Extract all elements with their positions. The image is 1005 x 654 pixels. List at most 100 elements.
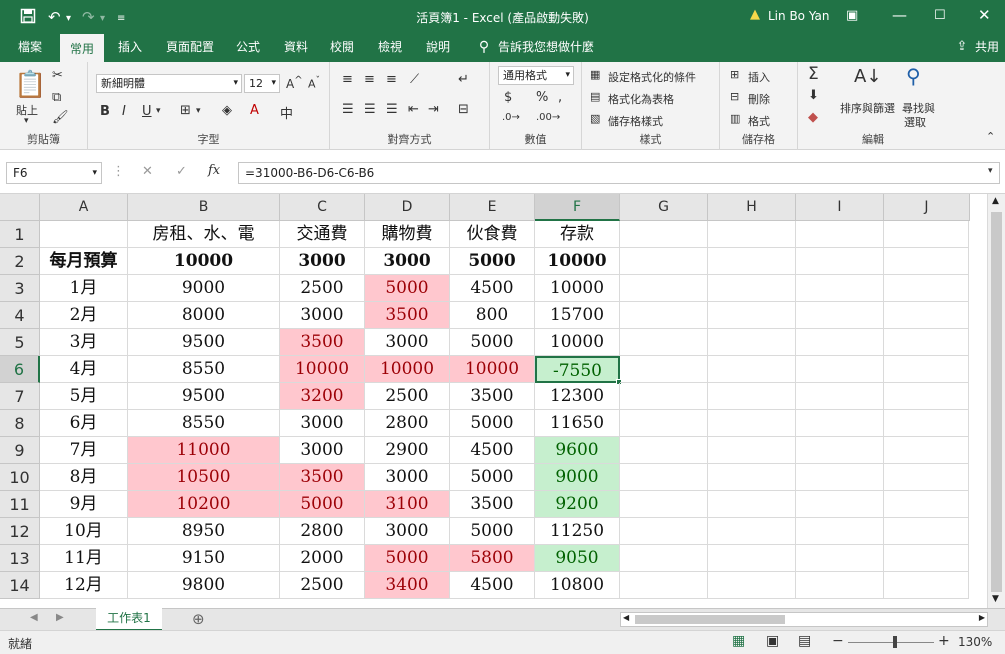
tab-help[interactable]: 說明	[418, 34, 458, 62]
tab-file[interactable]: 檔案	[8, 34, 52, 62]
insert-cells-button[interactable]: 插入	[748, 69, 770, 85]
cell-e7[interactable]: 3500	[450, 383, 535, 410]
cell-b13[interactable]: 9150	[128, 545, 280, 572]
cell-j8[interactable]	[884, 410, 969, 437]
cell-d7[interactable]: 2500	[365, 383, 450, 410]
collapse-ribbon-icon[interactable]: ⌃	[986, 130, 995, 143]
cell-g9[interactable]	[620, 437, 708, 464]
fill-color-icon[interactable]: ◈	[222, 103, 232, 118]
cell-h7[interactable]	[708, 383, 796, 410]
cell-j5[interactable]	[884, 329, 969, 356]
cell-a8[interactable]: 6月	[40, 410, 128, 437]
cell-f10[interactable]: 9000	[535, 464, 620, 491]
zoom-level[interactable]: 130%	[958, 635, 992, 649]
cell-b6[interactable]: 8550	[128, 356, 280, 383]
format-cells-button[interactable]: 格式	[748, 113, 770, 129]
cell-d4[interactable]: 3500	[365, 302, 450, 329]
cell-b11[interactable]: 10200	[128, 491, 280, 518]
cell-i11[interactable]	[796, 491, 884, 518]
tell-me-search[interactable]: 告訴我您想做什麼	[498, 34, 598, 62]
expand-formula-icon[interactable]: ▾	[988, 166, 993, 176]
share-button[interactable]: 共用	[972, 34, 1002, 62]
cell-b7[interactable]: 9500	[128, 383, 280, 410]
cell-f4[interactable]: 15700	[535, 302, 620, 329]
cell-c8[interactable]: 3000	[280, 410, 365, 437]
cell-b5[interactable]: 9500	[128, 329, 280, 356]
number-format-select[interactable]: 通用格式 ▾	[498, 66, 574, 85]
cell-j2[interactable]	[884, 248, 969, 275]
delete-cells-button[interactable]: 刪除	[748, 91, 770, 107]
cell-e11[interactable]: 3500	[450, 491, 535, 518]
cell-d9[interactable]: 2900	[365, 437, 450, 464]
autosum-icon[interactable]: Σ	[808, 64, 819, 84]
cell-f1[interactable]: 存款	[535, 221, 620, 248]
cell-d2[interactable]: 3000	[365, 248, 450, 275]
cell-h12[interactable]	[708, 518, 796, 545]
cell-e8[interactable]: 5000	[450, 410, 535, 437]
cell-g3[interactable]	[620, 275, 708, 302]
bold-icon[interactable]: B	[100, 104, 110, 119]
sort-filter-button[interactable]: 排序與篩選	[840, 100, 895, 116]
align-middle-icon[interactable]: ≡	[364, 72, 375, 87]
column-header-f[interactable]: F	[535, 194, 620, 221]
tab-home[interactable]: 常用	[60, 34, 104, 62]
cell-d13[interactable]: 5000	[365, 545, 450, 572]
cell-j6[interactable]	[884, 356, 969, 383]
cell-b3[interactable]: 9000	[128, 275, 280, 302]
cell-a4[interactable]: 2月	[40, 302, 128, 329]
select-all-corner[interactable]	[0, 194, 40, 221]
maximize-icon[interactable]: ☐	[934, 8, 946, 23]
cell-c7[interactable]: 3200	[280, 383, 365, 410]
cell-i3[interactable]	[796, 275, 884, 302]
column-header-b[interactable]: B	[128, 194, 280, 221]
cell-g11[interactable]	[620, 491, 708, 518]
zoom-slider-thumb[interactable]	[893, 636, 897, 648]
cell-d3[interactable]: 5000	[365, 275, 450, 302]
row-header-5[interactable]: 5	[0, 329, 40, 356]
column-header-i[interactable]: I	[796, 194, 884, 221]
cell-c12[interactable]: 2800	[280, 518, 365, 545]
cell-b8[interactable]: 8550	[128, 410, 280, 437]
comma-icon[interactable]: ,	[558, 90, 562, 105]
cell-e2[interactable]: 5000	[450, 248, 535, 275]
cut-icon[interactable]: ✂	[52, 68, 63, 83]
cell-d12[interactable]: 3000	[365, 518, 450, 545]
cell-e14[interactable]: 4500	[450, 572, 535, 599]
cell-b4[interactable]: 8000	[128, 302, 280, 329]
column-header-j[interactable]: J	[884, 194, 970, 221]
cell-h4[interactable]	[708, 302, 796, 329]
cell-a3[interactable]: 1月	[40, 275, 128, 302]
cell-b9[interactable]: 11000	[128, 437, 280, 464]
cell-f2[interactable]: 10000	[535, 248, 620, 275]
cell-g4[interactable]	[620, 302, 708, 329]
cell-h8[interactable]	[708, 410, 796, 437]
cell-a12[interactable]: 10月	[40, 518, 128, 545]
cell-d8[interactable]: 2800	[365, 410, 450, 437]
align-center-icon[interactable]: ☰	[364, 102, 376, 117]
copy-icon[interactable]: ⧉	[52, 90, 61, 105]
cell-h13[interactable]	[708, 545, 796, 572]
cell-f8[interactable]: 11650	[535, 410, 620, 437]
cell-e4[interactable]: 800	[450, 302, 535, 329]
cell-i9[interactable]	[796, 437, 884, 464]
column-header-a[interactable]: A	[40, 194, 128, 221]
cell-c1[interactable]: 交通費	[280, 221, 365, 248]
row-header-14[interactable]: 14	[0, 572, 40, 599]
align-left-icon[interactable]: ☰	[342, 102, 354, 117]
clear-icon[interactable]: ◆	[808, 110, 818, 125]
more-options-icon[interactable]: ⋮	[112, 164, 125, 179]
cell-j9[interactable]	[884, 437, 969, 464]
cell-f13[interactable]: 9050	[535, 545, 620, 572]
cell-c4[interactable]: 3000	[280, 302, 365, 329]
ribbon-display-icon[interactable]: ▣	[846, 8, 858, 23]
scroll-up-icon[interactable]: ▲	[992, 196, 999, 206]
cancel-icon[interactable]: ✕	[142, 164, 153, 179]
cell-a7[interactable]: 5月	[40, 383, 128, 410]
align-right-icon[interactable]: ☰	[386, 102, 398, 117]
row-header-7[interactable]: 7	[0, 383, 40, 410]
cell-f14[interactable]: 10800	[535, 572, 620, 599]
tab-page-layout[interactable]: 頁面配置	[158, 34, 222, 62]
column-header-g[interactable]: G	[620, 194, 708, 221]
percent-icon[interactable]: %	[536, 90, 548, 105]
cell-h11[interactable]	[708, 491, 796, 518]
